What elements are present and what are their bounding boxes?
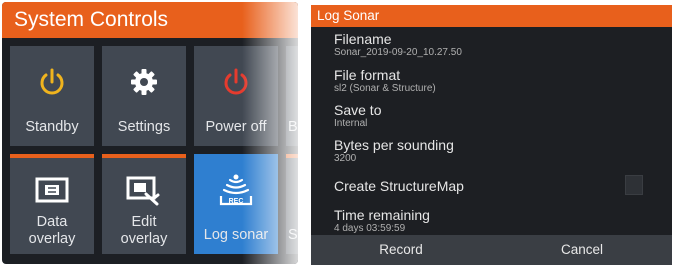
system-controls-title: System Controls	[2, 2, 298, 38]
settings-label: Settings	[117, 119, 171, 135]
structure-label: St	[288, 227, 298, 243]
save-to-field[interactable]: Save to Internal	[334, 102, 381, 130]
power-off-label: Power off	[205, 119, 267, 135]
log-sonar-dialog: Log Sonar Filename Sonar_2019-09-20_10.2…	[311, 5, 672, 265]
file-format-value: sl2 (Sonar & Structure)	[334, 83, 436, 94]
edit-overlay-tile[interactable]: Edit overlay	[102, 154, 186, 254]
time-remaining-field: Time remaining 4 days 03:59:59	[334, 207, 430, 235]
bytes-per-sounding-label: Bytes per sounding	[334, 137, 454, 153]
data-overlay-tile[interactable]: Data overlay	[10, 154, 94, 254]
file-format-label: File format	[334, 67, 401, 83]
create-structuremap-label: Create StructureMap	[334, 178, 464, 194]
standby-label: Standby	[25, 119, 79, 135]
power-icon	[10, 60, 94, 104]
time-remaining-label: Time remaining	[334, 207, 430, 223]
brightness-tile[interactable]: Bri	[286, 46, 298, 146]
log-sonar-title: Log Sonar	[311, 5, 672, 27]
cancel-button[interactable]: Cancel	[492, 235, 672, 265]
system-controls-panel: System Controls Standby Settings Power o…	[2, 2, 298, 264]
bytes-per-sounding-field[interactable]: Bytes per sounding 3200	[334, 137, 454, 165]
log-sonar-tile[interactable]: REC Log sonar	[194, 154, 278, 254]
edit-overlay-icon	[102, 168, 186, 212]
power-icon	[194, 60, 278, 104]
dialog-footer: Record Cancel	[311, 235, 672, 265]
structure-tile[interactable]: St	[286, 154, 298, 254]
log-sonar-icon: REC	[194, 168, 278, 212]
edit-overlay-label: Edit overlay	[120, 214, 168, 247]
create-structuremap-field[interactable]: Create StructureMap	[334, 178, 464, 194]
create-structuremap-checkbox[interactable]	[625, 175, 643, 195]
time-remaining-value: 4 days 03:59:59	[334, 223, 406, 234]
power-off-tile[interactable]: Power off	[194, 46, 278, 146]
tile-active-indicator	[10, 154, 94, 158]
save-to-label: Save to	[334, 102, 382, 118]
tile-active-indicator	[286, 154, 298, 158]
file-format-field[interactable]: File format sl2 (Sonar & Structure)	[334, 67, 436, 95]
svg-text:REC: REC	[229, 198, 244, 205]
log-sonar-label: Log sonar	[203, 227, 269, 243]
filename-value: Sonar_2019-09-20_10.27.50	[334, 47, 462, 58]
settings-tile[interactable]: Settings	[102, 46, 186, 146]
gear-icon	[102, 60, 186, 104]
save-to-value: Internal	[334, 118, 368, 129]
bytes-per-sounding-value: 3200	[334, 153, 357, 164]
data-overlay-icon	[10, 168, 94, 212]
filename-field[interactable]: Filename Sonar_2019-09-20_10.27.50	[334, 31, 462, 59]
record-button[interactable]: Record	[311, 235, 491, 265]
standby-tile[interactable]: Standby	[10, 46, 94, 146]
tile-active-indicator	[102, 154, 186, 158]
brightness-label: Bri	[288, 119, 298, 135]
filename-label: Filename	[334, 31, 392, 47]
data-overlay-label: Data overlay	[28, 214, 76, 247]
